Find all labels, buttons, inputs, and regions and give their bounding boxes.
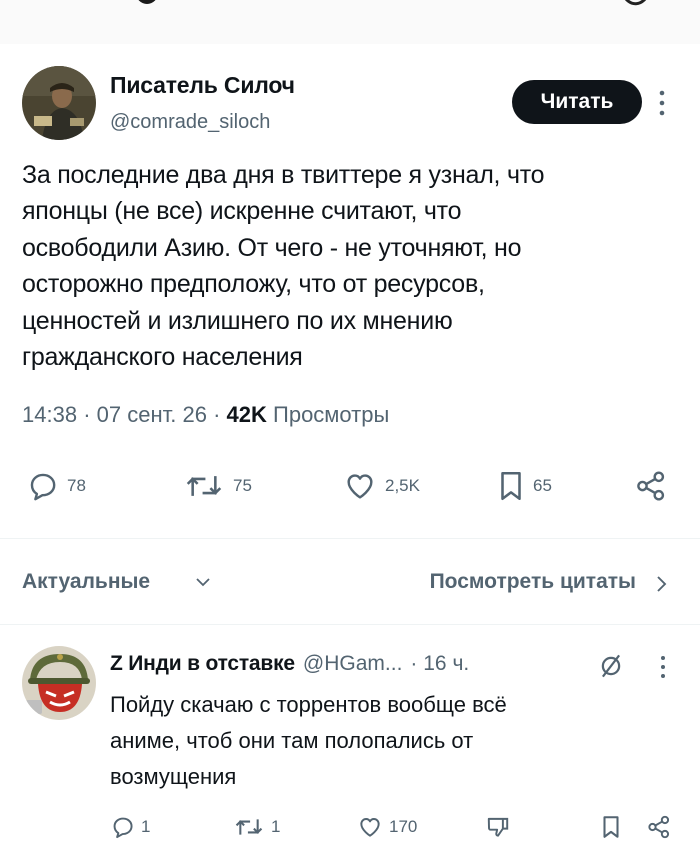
author-handle[interactable]: @comrade_siloch (110, 111, 270, 134)
vertical-dots-icon[interactable] (656, 653, 670, 681)
reply-button[interactable]: 78 (26, 466, 86, 506)
reply-author-name[interactable]: Z Инди в отставке (110, 652, 295, 676)
speech-bubble-icon (113, 817, 133, 839)
view-quotes-link[interactable]: Посмотреть цитаты (430, 570, 636, 594)
tweet-date[interactable]: 07 сент. 26 (97, 402, 207, 427)
top-bar-fragment (0, 0, 700, 44)
reply-bookmark-button[interactable] (600, 812, 622, 842)
tweet-time[interactable]: 14:38 (22, 402, 77, 427)
repost-button[interactable]: 75 (182, 466, 252, 506)
status-icon-fragment (625, 0, 646, 6)
share-nodes-icon (648, 815, 670, 839)
thumb-down-icon (487, 817, 509, 837)
reply-text: Пойду скачаю с торрентов вообще всё аним… (110, 692, 507, 789)
reply-repost-button[interactable]: 1 (232, 812, 280, 842)
bookmark-icon (501, 471, 521, 501)
tweet-text: За последние два дня в твиттере я узнал,… (22, 161, 545, 372)
author-name[interactable]: Писатель Силоч (110, 72, 295, 99)
divider (0, 538, 700, 539)
tweet-meta: 14:38 · 07 сент. 26 · 42K Просмотры (22, 402, 389, 428)
meta-separator: · (213, 402, 227, 427)
divider (0, 624, 700, 625)
reply-reply-button[interactable]: 1 (110, 812, 150, 842)
heart-icon (347, 474, 373, 499)
reply-header: Z Инди в отставке @HGam... · 16 ч. (110, 652, 469, 676)
reply-author-handle[interactable]: @HGam... (303, 652, 403, 676)
follow-button[interactable]: Читать (512, 80, 642, 124)
reply-repost-count: 1 (271, 817, 281, 836)
reply-count: 78 (67, 476, 86, 495)
share-nodes-icon (637, 471, 665, 501)
views-label: Просмотры (273, 402, 390, 427)
like-count: 2,5K (385, 476, 420, 495)
share-button[interactable] (634, 466, 668, 506)
meta-separator: · (83, 402, 97, 427)
reply-like-button[interactable]: 170 (356, 812, 417, 842)
repost-count: 75 (233, 476, 252, 495)
reply-time[interactable]: · 16 ч. (410, 652, 469, 676)
chevron-down-icon[interactable] (194, 575, 212, 589)
vertical-dots-icon[interactable] (654, 88, 670, 118)
sort-dropdown[interactable]: Актуальные (22, 570, 150, 594)
like-button[interactable]: 2,5K (342, 466, 420, 506)
chevron-right-icon[interactable] (654, 573, 668, 595)
views-count: 42K (226, 402, 267, 427)
reply-reply-count: 1 (141, 817, 151, 836)
reply-like-count: 170 (389, 817, 418, 836)
reply-downvote-button[interactable] (484, 812, 512, 842)
speech-bubble-icon (30, 473, 56, 501)
repost-arrows-icon (235, 819, 263, 835)
repost-arrows-icon (186, 476, 222, 496)
reply-share-button[interactable] (646, 812, 672, 842)
grok-slash-icon[interactable] (596, 651, 626, 681)
status-fragment (136, 0, 158, 4)
reply-avatar[interactable] (22, 646, 96, 720)
heart-icon (360, 818, 380, 837)
bookmark-count: 65 (533, 476, 552, 495)
author-avatar[interactable] (22, 66, 96, 140)
bookmark-button[interactable]: 65 (496, 466, 552, 506)
bookmark-icon (603, 816, 619, 838)
